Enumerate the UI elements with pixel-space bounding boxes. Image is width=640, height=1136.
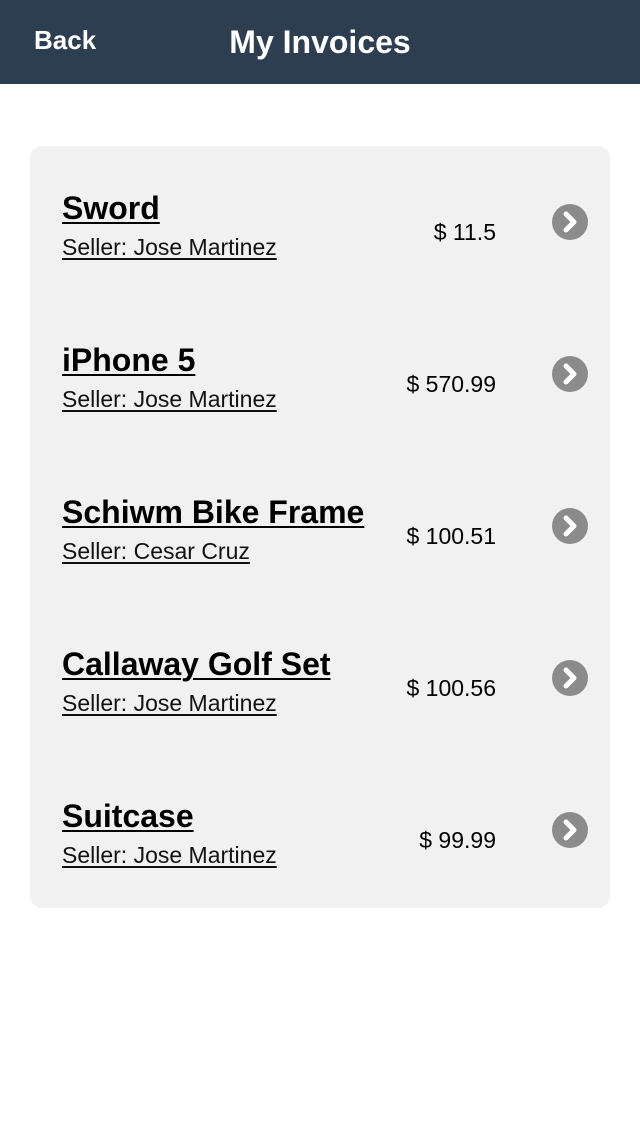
- invoice-item-name[interactable]: iPhone 5: [62, 342, 195, 379]
- page-title: My Invoices: [229, 24, 411, 60]
- invoice-seller[interactable]: Seller: Jose Martinez: [62, 842, 277, 869]
- invoice-item-name[interactable]: Suitcase: [62, 798, 194, 835]
- invoice-seller[interactable]: Seller: Jose Martinez: [62, 386, 277, 413]
- invoice-seller[interactable]: Seller: Jose Martinez: [62, 234, 277, 261]
- invoice-seller[interactable]: Seller: Jose Martinez: [62, 690, 277, 717]
- invoice-price: $ 99.99: [419, 827, 496, 853]
- invoice-price: $ 570.99: [406, 371, 496, 397]
- chevron-right-circle-icon[interactable]: [552, 812, 588, 848]
- invoice-row-iphone-5[interactable]: iPhone 5 Seller: Jose Martinez $ 570.99: [30, 298, 610, 450]
- chevron-right-circle-icon[interactable]: [552, 204, 588, 240]
- invoice-row-callaway-golf-set[interactable]: Callaway Golf Set Seller: Jose Martinez …: [30, 602, 610, 754]
- invoice-price: $ 11.5: [433, 219, 496, 245]
- navigation-bar: Back My Invoices: [0, 0, 640, 84]
- invoice-row-suitcase[interactable]: Suitcase Seller: Jose Martinez $ 99.99: [30, 754, 610, 906]
- invoice-row-sword[interactable]: Sword Seller: Jose Martinez $ 11.5: [30, 146, 610, 298]
- invoice-price: $ 100.56: [406, 675, 496, 701]
- chevron-right-circle-icon[interactable]: [552, 508, 588, 544]
- invoice-item-name[interactable]: Sword: [62, 190, 160, 227]
- invoice-price: $ 100.51: [406, 523, 496, 549]
- invoice-row-schiwm-bike-frame[interactable]: Schiwm Bike Frame Seller: Cesar Cruz $ 1…: [30, 450, 610, 602]
- invoice-list: Sword Seller: Jose Martinez $ 11.5 iPhon…: [30, 146, 610, 908]
- chevron-right-circle-icon[interactable]: [552, 356, 588, 392]
- invoice-item-name[interactable]: Schiwm Bike Frame: [62, 494, 364, 531]
- invoice-item-name[interactable]: Callaway Golf Set: [62, 646, 331, 683]
- chevron-right-circle-icon[interactable]: [552, 660, 588, 696]
- invoice-seller[interactable]: Seller: Cesar Cruz: [62, 538, 250, 565]
